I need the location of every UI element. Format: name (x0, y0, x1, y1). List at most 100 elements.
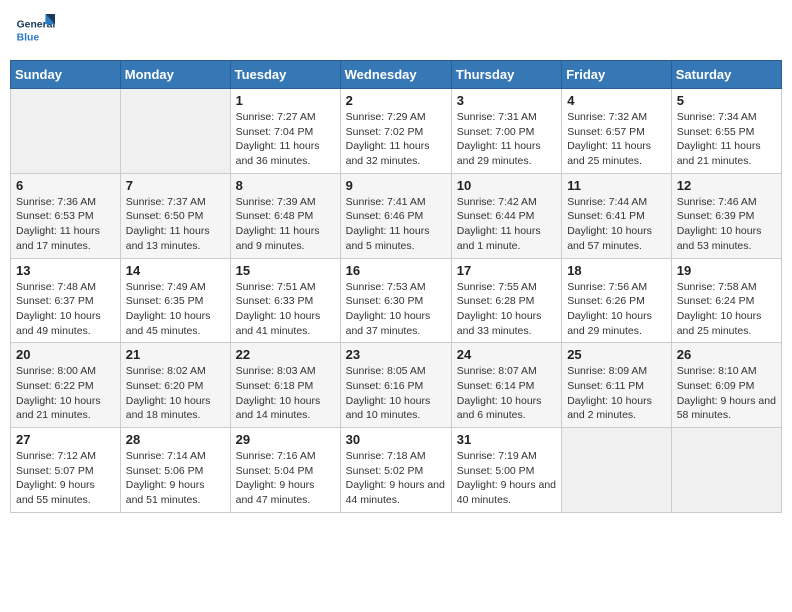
day-info: Sunrise: 7:31 AMSunset: 7:00 PMDaylight:… (457, 110, 556, 169)
day-cell: 10Sunrise: 7:42 AMSunset: 6:44 PMDayligh… (451, 173, 561, 258)
day-number: 13 (16, 263, 115, 278)
header-row: SundayMondayTuesdayWednesdayThursdayFrid… (11, 61, 782, 89)
day-cell: 19Sunrise: 7:58 AMSunset: 6:24 PMDayligh… (671, 258, 781, 343)
day-info: Sunrise: 7:36 AMSunset: 6:53 PMDaylight:… (16, 195, 115, 254)
day-number: 17 (457, 263, 556, 278)
day-cell: 17 Sunrise: 7:55 AMSunset: 6:28 PMDayligh… (451, 258, 561, 343)
day-number: 11 (567, 178, 666, 193)
day-cell: 28 Sunrise: 7:14 AMSunset: 5:06 PMDayligh… (120, 428, 230, 513)
day-info: Sunrise: 8:02 AMSunset: 6:20 PMDaylight:… (126, 364, 225, 423)
header-cell-friday: Friday (562, 61, 672, 89)
day-number: 26 (677, 347, 776, 362)
svg-text:Blue: Blue (17, 32, 40, 43)
day-number: 1 (236, 93, 335, 108)
day-info: Sunrise: 7:46 AMSunset: 6:39 PMDaylight:… (677, 195, 776, 254)
day-cell: 30Sunrise: 7:18 AMSunset: 5:02 PMDayligh… (340, 428, 451, 513)
week-row-3: 13 Sunrise: 7:48 AMSunset: 6:37 PMDayligh… (11, 258, 782, 343)
day-number: 9 (346, 178, 446, 193)
day-info: Sunrise: 7:56 AMSunset: 6:26 PMDaylight:… (567, 280, 666, 339)
day-number: 16 (346, 263, 446, 278)
day-cell: 18Sunrise: 7:56 AMSunset: 6:26 PMDayligh… (562, 258, 672, 343)
day-cell: 24 Sunrise: 8:07 AMSunset: 6:14 PMDayligh… (451, 343, 561, 428)
header-cell-saturday: Saturday (671, 61, 781, 89)
day-number: 2 (346, 93, 446, 108)
day-cell: 4 Sunrise: 7:32 AMSunset: 6:57 PMDaylight… (562, 89, 672, 174)
day-info: Sunrise: 7:55 AMSunset: 6:28 PMDaylight:… (457, 280, 556, 339)
day-number: 31 (457, 432, 556, 447)
day-cell: 13 Sunrise: 7:48 AMSunset: 6:37 PMDayligh… (11, 258, 121, 343)
day-info: Sunrise: 7:42 AMSunset: 6:44 PMDaylight:… (457, 195, 556, 254)
logo: General Blue (15, 10, 60, 50)
header-cell-wednesday: Wednesday (340, 61, 451, 89)
day-cell: 8Sunrise: 7:39 AMSunset: 6:48 PMDaylight… (230, 173, 340, 258)
day-number: 28 (126, 432, 225, 447)
day-cell: 14 Sunrise: 7:49 AMSunset: 6:35 PMDayligh… (120, 258, 230, 343)
day-info: Sunrise: 7:14 AMSunset: 5:06 PMDaylight:… (126, 449, 225, 508)
day-number: 15 (236, 263, 335, 278)
day-info: Sunrise: 8:07 AMSunset: 6:14 PMDaylight:… (457, 364, 556, 423)
header-cell-monday: Monday (120, 61, 230, 89)
day-info: Sunrise: 8:05 AMSunset: 6:16 PMDaylight:… (346, 364, 446, 423)
week-row-1: 1 Sunrise: 7:27 AMSunset: 7:04 PMDaylight… (11, 89, 782, 174)
day-info: Sunrise: 7:49 AMSunset: 6:35 PMDaylight:… (126, 280, 225, 339)
day-cell: 5 Sunrise: 7:34 AMSunset: 6:55 PMDaylight… (671, 89, 781, 174)
day-number: 29 (236, 432, 335, 447)
day-number: 6 (16, 178, 115, 193)
day-cell: 6 Sunrise: 7:36 AMSunset: 6:53 PMDaylight… (11, 173, 121, 258)
day-cell (562, 428, 672, 513)
day-number: 20 (16, 347, 115, 362)
day-cell: 21 Sunrise: 8:02 AMSunset: 6:20 PMDayligh… (120, 343, 230, 428)
day-cell: 26 Sunrise: 8:10 AMSunset: 6:09 PMDayligh… (671, 343, 781, 428)
day-cell: 11Sunrise: 7:44 AMSunset: 6:41 PMDayligh… (562, 173, 672, 258)
day-cell: 15Sunrise: 7:51 AMSunset: 6:33 PMDayligh… (230, 258, 340, 343)
header-cell-thursday: Thursday (451, 61, 561, 89)
day-number: 14 (126, 263, 225, 278)
day-number: 27 (16, 432, 115, 447)
day-cell: 1 Sunrise: 7:27 AMSunset: 7:04 PMDaylight… (230, 89, 340, 174)
day-cell (11, 89, 121, 174)
day-number: 7 (126, 178, 225, 193)
header-cell-sunday: Sunday (11, 61, 121, 89)
day-info: Sunrise: 7:48 AMSunset: 6:37 PMDaylight:… (16, 280, 115, 339)
day-number: 19 (677, 263, 776, 278)
day-cell: 16 Sunrise: 7:53 AMSunset: 6:30 PMDayligh… (340, 258, 451, 343)
day-info: Sunrise: 7:32 AMSunset: 6:57 PMDaylight:… (567, 110, 666, 169)
day-number: 23 (346, 347, 446, 362)
day-info: Sunrise: 7:34 AMSunset: 6:55 PMDaylight:… (677, 110, 776, 169)
day-cell: 29 Sunrise: 7:16 AMSunset: 5:04 PMDayligh… (230, 428, 340, 513)
day-number: 5 (677, 93, 776, 108)
day-cell: 3 Sunrise: 7:31 AMSunset: 7:00 PMDaylight… (451, 89, 561, 174)
day-info: Sunrise: 7:29 AMSunset: 7:02 PMDaylight:… (346, 110, 446, 169)
day-info: Sunrise: 7:37 AMSunset: 6:50 PMDaylight:… (126, 195, 225, 254)
day-cell: 9 Sunrise: 7:41 AMSunset: 6:46 PMDaylight… (340, 173, 451, 258)
day-cell: 23 Sunrise: 8:05 AMSunset: 6:16 PMDayligh… (340, 343, 451, 428)
day-info: Sunrise: 7:16 AMSunset: 5:04 PMDaylight:… (236, 449, 335, 508)
day-cell: 22 Sunrise: 8:03 AMSunset: 6:18 PMDayligh… (230, 343, 340, 428)
calendar-table: SundayMondayTuesdayWednesdayThursdayFrid… (10, 60, 782, 513)
day-number: 30 (346, 432, 446, 447)
day-number: 8 (236, 178, 335, 193)
day-number: 4 (567, 93, 666, 108)
day-cell: 27Sunrise: 7:12 AMSunset: 5:07 PMDayligh… (11, 428, 121, 513)
day-info: Sunrise: 8:10 AMSunset: 6:09 PMDaylight:… (677, 364, 776, 423)
day-info: Sunrise: 7:41 AMSunset: 6:46 PMDaylight:… (346, 195, 446, 254)
day-number: 25 (567, 347, 666, 362)
logo-icon: General Blue (15, 10, 55, 50)
day-number: 21 (126, 347, 225, 362)
day-number: 3 (457, 93, 556, 108)
day-cell: 2 Sunrise: 7:29 AMSunset: 7:02 PMDaylight… (340, 89, 451, 174)
day-number: 24 (457, 347, 556, 362)
day-cell: 25 Sunrise: 8:09 AMSunset: 6:11 PMDayligh… (562, 343, 672, 428)
week-row-2: 6 Sunrise: 7:36 AMSunset: 6:53 PMDaylight… (11, 173, 782, 258)
day-info: Sunrise: 8:09 AMSunset: 6:11 PMDaylight:… (567, 364, 666, 423)
day-info: Sunrise: 8:03 AMSunset: 6:18 PMDaylight:… (236, 364, 335, 423)
day-number: 12 (677, 178, 776, 193)
day-info: Sunrise: 8:00 AMSunset: 6:22 PMDaylight:… (16, 364, 115, 423)
header-cell-tuesday: Tuesday (230, 61, 340, 89)
day-number: 22 (236, 347, 335, 362)
day-cell: 12 Sunrise: 7:46 AMSunset: 6:39 PMDayligh… (671, 173, 781, 258)
day-info: Sunrise: 7:27 AMSunset: 7:04 PMDaylight:… (236, 110, 335, 169)
page-header: General Blue (10, 10, 782, 50)
day-info: Sunrise: 7:53 AMSunset: 6:30 PMDaylight:… (346, 280, 446, 339)
day-info: Sunrise: 7:19 AMSunset: 5:00 PMDaylight:… (457, 449, 556, 508)
